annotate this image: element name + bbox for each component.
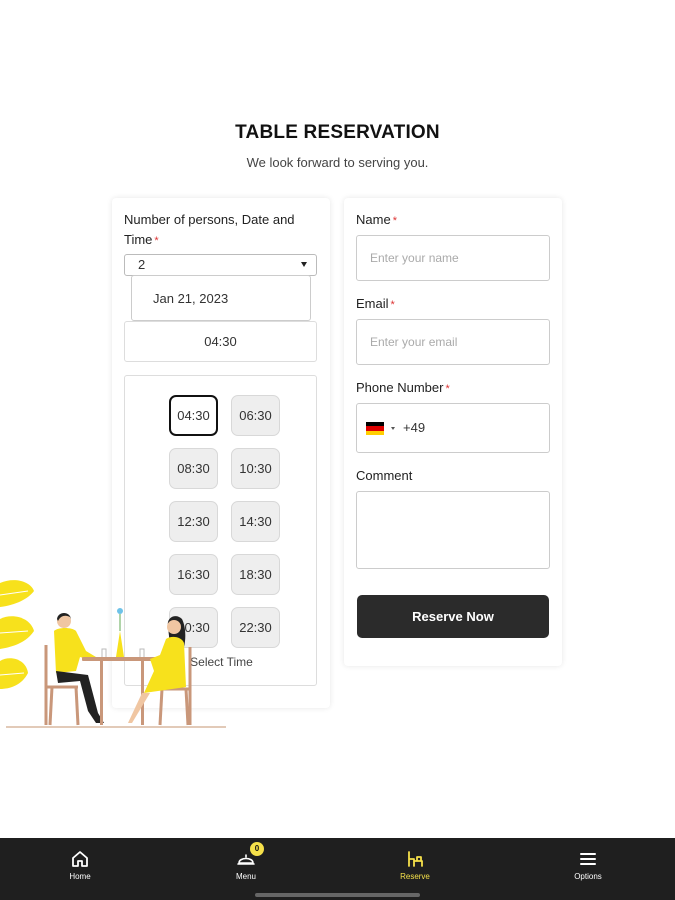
time-slot[interactable]: 12:30 [169, 501, 218, 542]
name-label: Name * [356, 212, 397, 227]
time-slot[interactable]: 10:30 [231, 448, 280, 489]
phone-country-code: +49 [403, 420, 426, 435]
reserve-now-button[interactable]: Reserve Now [357, 595, 549, 638]
cart-count-badge: 0 [250, 842, 264, 856]
nav-home-label: Home [69, 872, 91, 881]
home-icon [72, 851, 88, 867]
booking-details-label: Number of persons, Date and Time * [124, 212, 295, 247]
nav-reserve-label: Reserve [400, 872, 430, 881]
page-subtitle: We look forward to serving you. [246, 155, 429, 170]
name-input[interactable]: Enter your name [356, 235, 550, 281]
date-value: Jan 21, 2023 [153, 291, 229, 306]
comment-label: Comment [356, 468, 413, 483]
nav-options[interactable]: Options [538, 838, 638, 900]
phone-label: Phone Number * [356, 380, 450, 395]
required-mark: * [445, 383, 450, 395]
hamburger-icon [580, 853, 596, 865]
page-title: TABLE RESERVATION [235, 122, 440, 143]
reserve-icon [408, 851, 423, 867]
persons-value: 2 [138, 257, 146, 272]
nav-menu-label: Menu [235, 872, 256, 881]
home-indicator [255, 893, 420, 897]
date-picker[interactable]: Jan 21, 2023 [131, 275, 311, 321]
required-mark: * [390, 299, 395, 311]
caret-down-icon [391, 427, 395, 430]
time-slot[interactable]: 08:30 [169, 448, 218, 489]
dining-couple-illustration [0, 580, 226, 728]
caret-down-icon [301, 262, 307, 267]
comment-textarea[interactable] [356, 491, 550, 569]
bottom-navbar: Home 0 Menu Reserve Options [0, 838, 675, 900]
nav-options-label: Options [574, 872, 602, 881]
email-input[interactable]: Enter your email [356, 319, 550, 365]
required-mark: * [392, 215, 397, 227]
germany-flag-icon[interactable] [366, 422, 384, 435]
nav-home[interactable]: Home [30, 838, 130, 900]
email-label: Email * [356, 296, 395, 311]
contact-form-card: Name * Enter your name Email * Enter your … [344, 198, 562, 666]
phone-input[interactable]: +49 [356, 403, 550, 453]
time-slot[interactable]: 06:30 [231, 395, 280, 436]
nav-menu[interactable]: 0 Menu [196, 838, 296, 900]
required-mark: * [154, 235, 159, 247]
nav-reserve[interactable]: Reserve [365, 838, 465, 900]
persons-select[interactable]: 2 [124, 254, 317, 276]
time-slot[interactable]: 14:30 [231, 501, 280, 542]
time-field[interactable]: 04:30 [124, 321, 317, 362]
time-slot[interactable]: 04:30 [169, 395, 218, 436]
